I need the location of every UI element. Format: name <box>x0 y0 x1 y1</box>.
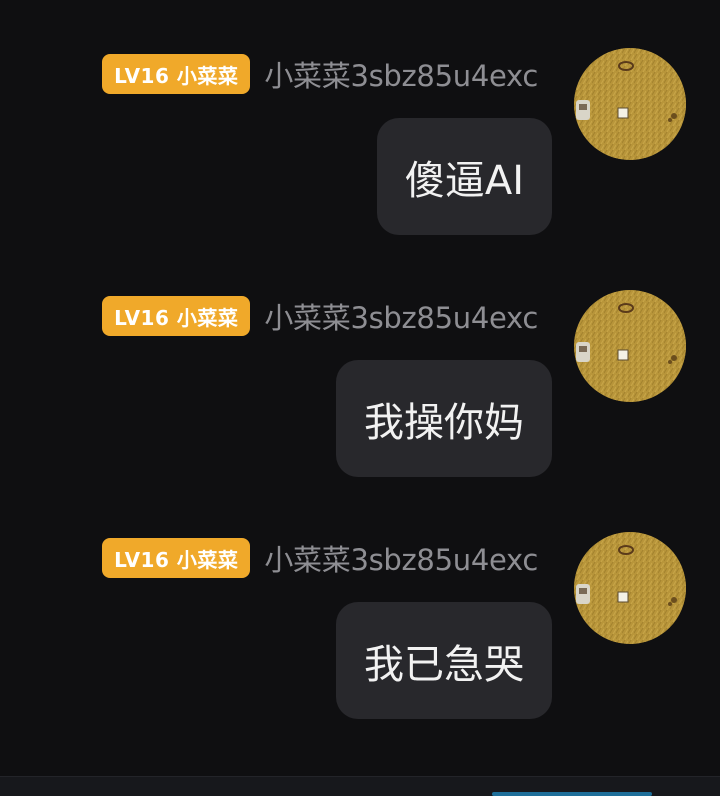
message-bubble[interactable]: 傻逼AI <box>376 118 552 235</box>
level-badge[interactable]: LV16 小菜菜 <box>102 538 251 578</box>
message-bubble[interactable]: 我已急哭 <box>336 602 552 719</box>
username[interactable]: 小菜菜3sbz85u4exc <box>264 53 538 95</box>
user-avatar-icon[interactable] <box>574 48 686 160</box>
username[interactable]: 小菜菜3sbz85u4exc <box>264 537 538 579</box>
chat-screen: LV16 小菜菜 小菜菜3sbz85u4exc 傻逼AI LV16 小菜菜 小菜… <box>0 0 720 796</box>
message-bubble[interactable]: 我操你妈 <box>336 360 552 477</box>
chat-message: LV16 小菜菜 小菜菜3sbz85u4exc <box>0 288 720 478</box>
chat-message: LV16 小菜菜 小菜菜3sbz85u4exc <box>0 46 720 236</box>
message-header: LV16 小菜菜 小菜菜3sbz85u4exc <box>102 54 538 94</box>
user-avatar-icon[interactable] <box>574 290 686 402</box>
level-badge[interactable]: LV16 小菜菜 <box>102 54 251 94</box>
username[interactable]: 小菜菜3sbz85u4exc <box>264 295 538 337</box>
user-avatar-icon[interactable] <box>574 532 686 644</box>
input-area-edge[interactable] <box>492 792 652 796</box>
level-badge[interactable]: LV16 小菜菜 <box>102 296 251 336</box>
chat-message: LV16 小菜菜 小菜菜3sbz85u4exc <box>0 530 720 720</box>
message-header: LV16 小菜菜 小菜菜3sbz85u4exc <box>102 538 538 578</box>
message-header: LV16 小菜菜 小菜菜3sbz85u4exc <box>102 296 538 336</box>
